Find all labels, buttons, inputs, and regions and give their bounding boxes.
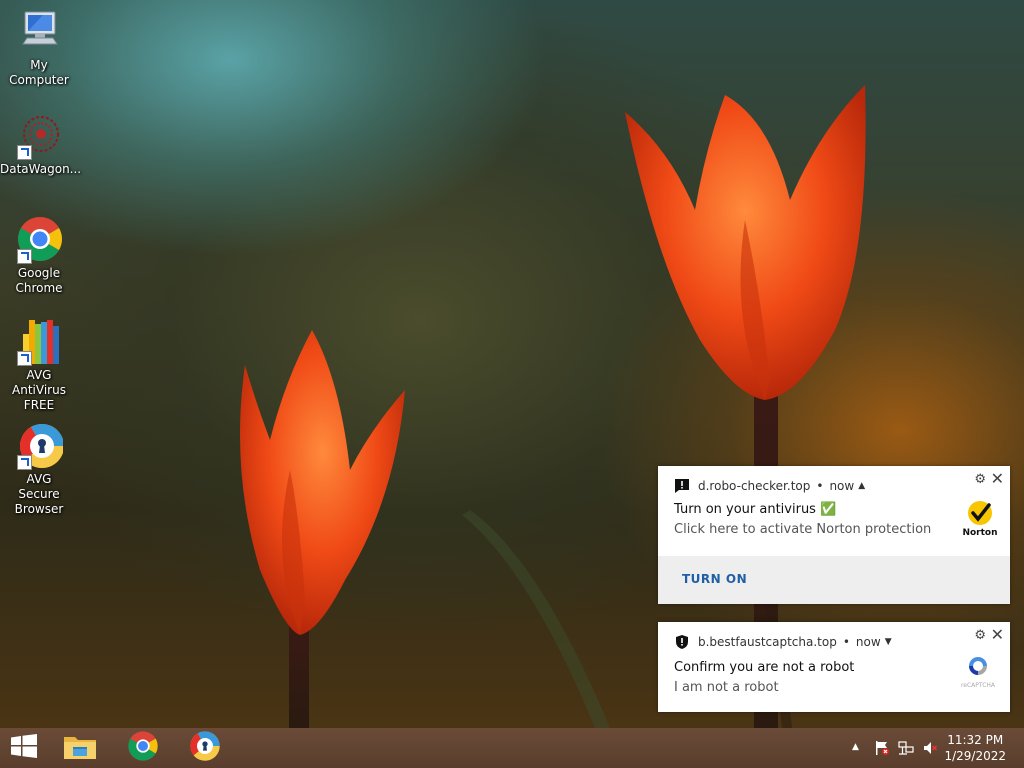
recaptcha-logo: reCAPTCHA — [958, 654, 998, 689]
system-clock[interactable]: 11:32 PM 1/29/2022 — [944, 732, 1006, 764]
gear-icon[interactable]: ⚙ — [974, 628, 986, 643]
desktop-icon-label: AVG Secure Browser — [14, 472, 64, 516]
clock-date: 1/29/2022 — [944, 749, 1006, 763]
file-explorer-icon — [63, 731, 97, 765]
notification-action-bar: TURN ON — [658, 556, 1010, 604]
datawagon-icon — [15, 112, 63, 160]
notification-body: Click here to activate Norton protection — [674, 522, 932, 537]
notification-site: d.robo-checker.top — [698, 479, 811, 493]
notification-captcha[interactable]: b.bestfaustcaptcha.top • now ▼ ⚙ ✕ Confi… — [658, 622, 1010, 712]
desktop-icon-google-chrome[interactable]: Google Chrome — [0, 216, 78, 296]
norton-logo: Norton — [962, 500, 998, 538]
chevron-down-icon[interactable]: ▼ — [885, 637, 892, 647]
taskbar-file-explorer[interactable] — [56, 728, 104, 768]
notification-title: Turn on your antivirus ✅ — [674, 502, 837, 517]
desktop-icon-my-computer[interactable]: My Computer — [0, 8, 78, 88]
recaptcha-logo-text: reCAPTCHA — [960, 682, 996, 689]
desktop-icon-label: AVG AntiVirus FREE — [12, 368, 66, 412]
notification-site: b.bestfaustcaptcha.top — [698, 635, 837, 649]
notification-header: d.robo-checker.top • now ▲ — [674, 478, 865, 494]
taskbar-chrome[interactable] — [119, 728, 167, 768]
chevron-up-icon[interactable]: ▲ — [858, 481, 865, 491]
avg-secure-browser-icon — [189, 730, 221, 766]
taskbar: ▲ 11:32 PM 1/29/2022 — [0, 728, 1024, 768]
shortcut-arrow-icon — [17, 455, 32, 470]
notification-body: I am not a robot — [674, 680, 779, 695]
chrome-icon — [15, 216, 63, 264]
avg-secure-browser-icon — [15, 422, 65, 470]
action-center-flag-icon[interactable] — [874, 740, 890, 756]
desktop-icon-avg-antivirus[interactable]: AVG AntiVirus FREE — [0, 318, 78, 413]
notification-title: Confirm you are not a robot — [674, 660, 855, 675]
start-button[interactable] — [0, 728, 48, 768]
close-icon[interactable]: ✕ — [991, 625, 1004, 644]
volume-muted-icon[interactable] — [922, 740, 938, 756]
desktop-icon-label: My Computer — [9, 58, 69, 87]
desktop-icon-avg-secure-browser[interactable]: AVG Secure Browser — [0, 422, 78, 517]
gear-icon[interactable]: ⚙ — [974, 472, 986, 487]
turn-on-button[interactable]: TURN ON — [682, 572, 747, 586]
shortcut-arrow-icon — [17, 351, 32, 366]
notification-norton[interactable]: d.robo-checker.top • now ▲ ⚙ ✕ Turn on y… — [658, 466, 1010, 604]
header-separator: • — [842, 635, 850, 649]
norton-logo-text: Norton — [962, 528, 998, 538]
shortcut-arrow-icon — [17, 249, 32, 264]
desktop-icon-label: DataWagon... — [0, 162, 82, 176]
close-icon[interactable]: ✕ — [991, 469, 1004, 488]
desktop-icon-label: Google Chrome — [15, 266, 63, 295]
avg-antivirus-icon — [15, 318, 63, 366]
chrome-icon — [127, 730, 159, 766]
chevron-up-icon[interactable]: ▲ — [852, 742, 859, 758]
desktop-icon-datawagon[interactable]: DataWagon... — [0, 112, 82, 177]
network-icon[interactable] — [898, 740, 914, 756]
notification-time: now — [855, 635, 881, 649]
header-separator: • — [816, 479, 824, 493]
shortcut-arrow-icon — [17, 145, 32, 160]
shield-icon — [674, 634, 690, 650]
tulip-illustration — [240, 85, 866, 728]
clock-time: 11:32 PM — [947, 733, 1004, 747]
desktop-wallpaper — [0, 0, 1024, 728]
notification-time: now — [829, 479, 855, 493]
my-computer-icon — [15, 8, 63, 56]
message-alert-icon — [674, 478, 690, 494]
notification-header: b.bestfaustcaptcha.top • now ▼ — [674, 634, 892, 650]
windows-logo-icon — [10, 734, 38, 762]
taskbar-avg-secure-browser[interactable] — [181, 728, 229, 768]
